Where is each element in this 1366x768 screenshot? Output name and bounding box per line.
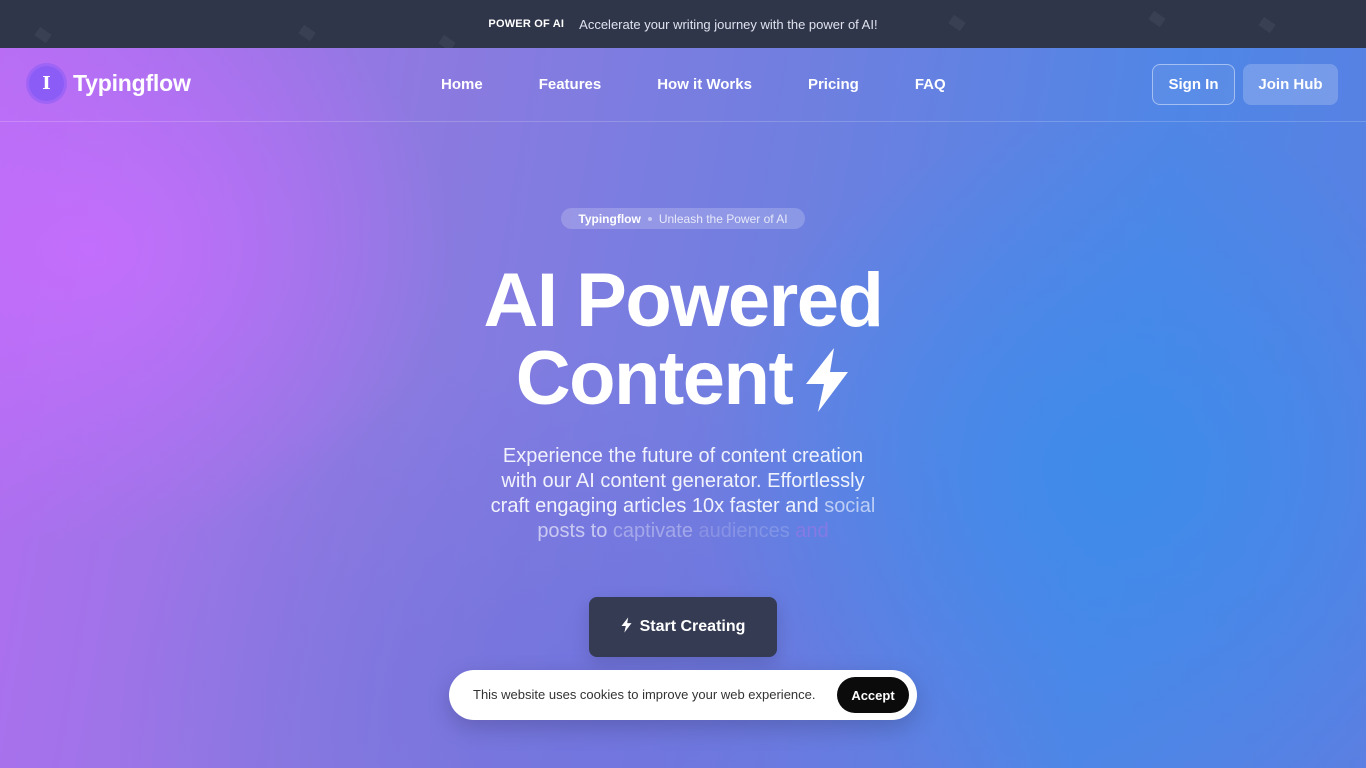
nav-link-pricing[interactable]: Pricing [808,76,859,93]
join-hub-button[interactable]: Join Hub [1243,64,1338,105]
nav-link-features[interactable]: Features [539,76,602,93]
hero-pill-badge: Typingflow Unleash the Power of AI [561,208,805,229]
lightning-bolt-icon [804,348,850,426]
pill-brand: Typingflow [578,211,641,226]
subtext-word-captivate: captivate [612,520,693,542]
start-creating-button[interactable]: Start Creating [589,597,777,657]
subtext-word-audiences: audiences [698,520,790,542]
headline-line-2: Content [515,336,794,421]
logo[interactable]: I Typingflow [29,66,191,101]
subtext-line-1: Experience the future of content creatio… [502,445,864,467]
announcement-bar: POWER OF AI Accelerate your writing jour… [0,0,1366,48]
subtext-line-2: with our AI content generator. Effortles… [501,470,865,492]
subtext-line-3: craft engaging articles 10x faster and [490,495,819,517]
nav-link-home[interactable]: Home [441,76,483,93]
logo-icon: I [29,66,64,101]
nav-links: Home Features How it Works Pricing FAQ [441,76,946,93]
sign-in-button[interactable]: Sign In [1152,64,1235,105]
announcement-badge: POWER OF AI [488,18,565,30]
cookie-banner: This website uses cookies to improve you… [449,670,917,720]
lightning-bolt-icon [621,616,632,638]
pill-tagline: Unleash the Power of AI [658,211,788,226]
subtext-word-posts: posts to [537,520,608,542]
headline-line-1: AI Powered [483,258,884,343]
subtext-word-and: and [795,520,829,542]
hero-headline: AI Powered Content [383,262,983,426]
cookie-text: This website uses cookies to improve you… [473,687,816,702]
nav-link-how-it-works[interactable]: How it Works [657,76,752,93]
main-nav: I Typingflow Home Features How it Works … [0,48,1366,122]
nav-link-faq[interactable]: FAQ [915,76,946,93]
start-creating-label: Start Creating [639,618,746,635]
pill-separator-dot [647,216,652,221]
logo-text: Typingflow [73,70,191,96]
accept-cookies-button[interactable]: Accept [837,677,909,713]
hero-subtext: Experience the future of content creatio… [463,444,903,544]
subtext-word-social: social [824,495,876,517]
announcement-text: Accelerate your writing journey with the… [579,16,878,32]
